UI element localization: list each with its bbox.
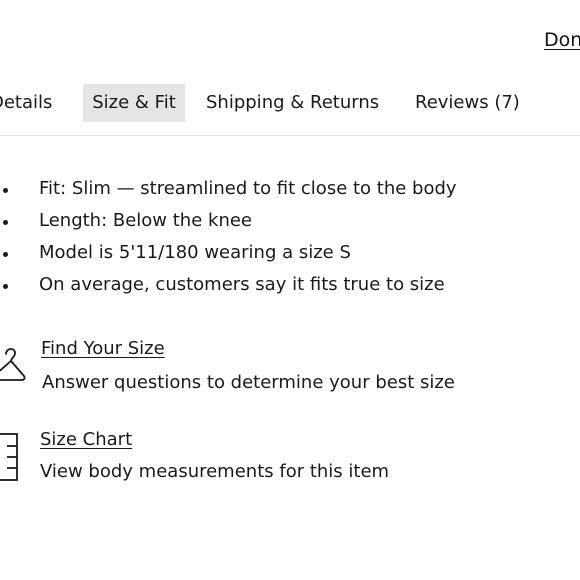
tab-details[interactable]: Details [0, 84, 60, 122]
tab-reviews[interactable]: Reviews (7) [407, 84, 528, 122]
find-your-size-section: Find Your Size Answer questions to deter… [0, 334, 580, 398]
model-detail-text: Model is 5'11/180 wearing a size S [39, 242, 351, 263]
find-your-size-description: Answer questions to determine your best … [42, 372, 455, 393]
find-your-size-link[interactable]: Find Your Size [41, 338, 165, 359]
tab-shipping-returns[interactable]: Shipping & Returns [198, 84, 387, 122]
bullet-icon [3, 188, 8, 193]
fit-detail-text: Fit: Slim — streamlined to fit close to … [39, 178, 457, 199]
size-chart-description: View body measurements for this item [40, 461, 390, 482]
hanger-icon [0, 348, 26, 381]
length-detail-text: Length: Below the knee [39, 210, 252, 231]
size-chart-section: Size Chart View body measurements for th… [0, 425, 580, 489]
size-chart-link[interactable]: Size Chart [40, 429, 132, 450]
bullet-icon [3, 220, 8, 225]
size-fit-panel: Done Details Size & Fit Shipping & Retur… [0, 0, 580, 580]
customer-fit-text: On average, customers say it fits true t… [39, 274, 445, 295]
tab-bar: Details Size & Fit Shipping & Returns Re… [0, 84, 580, 122]
bullet-icon [3, 284, 8, 289]
tab-divider [0, 135, 580, 136]
tab-size-fit[interactable]: Size & Fit [83, 84, 185, 122]
bullet-icon [3, 252, 8, 257]
done-button[interactable]: Done [544, 29, 580, 51]
size-chart-icon [0, 433, 18, 481]
